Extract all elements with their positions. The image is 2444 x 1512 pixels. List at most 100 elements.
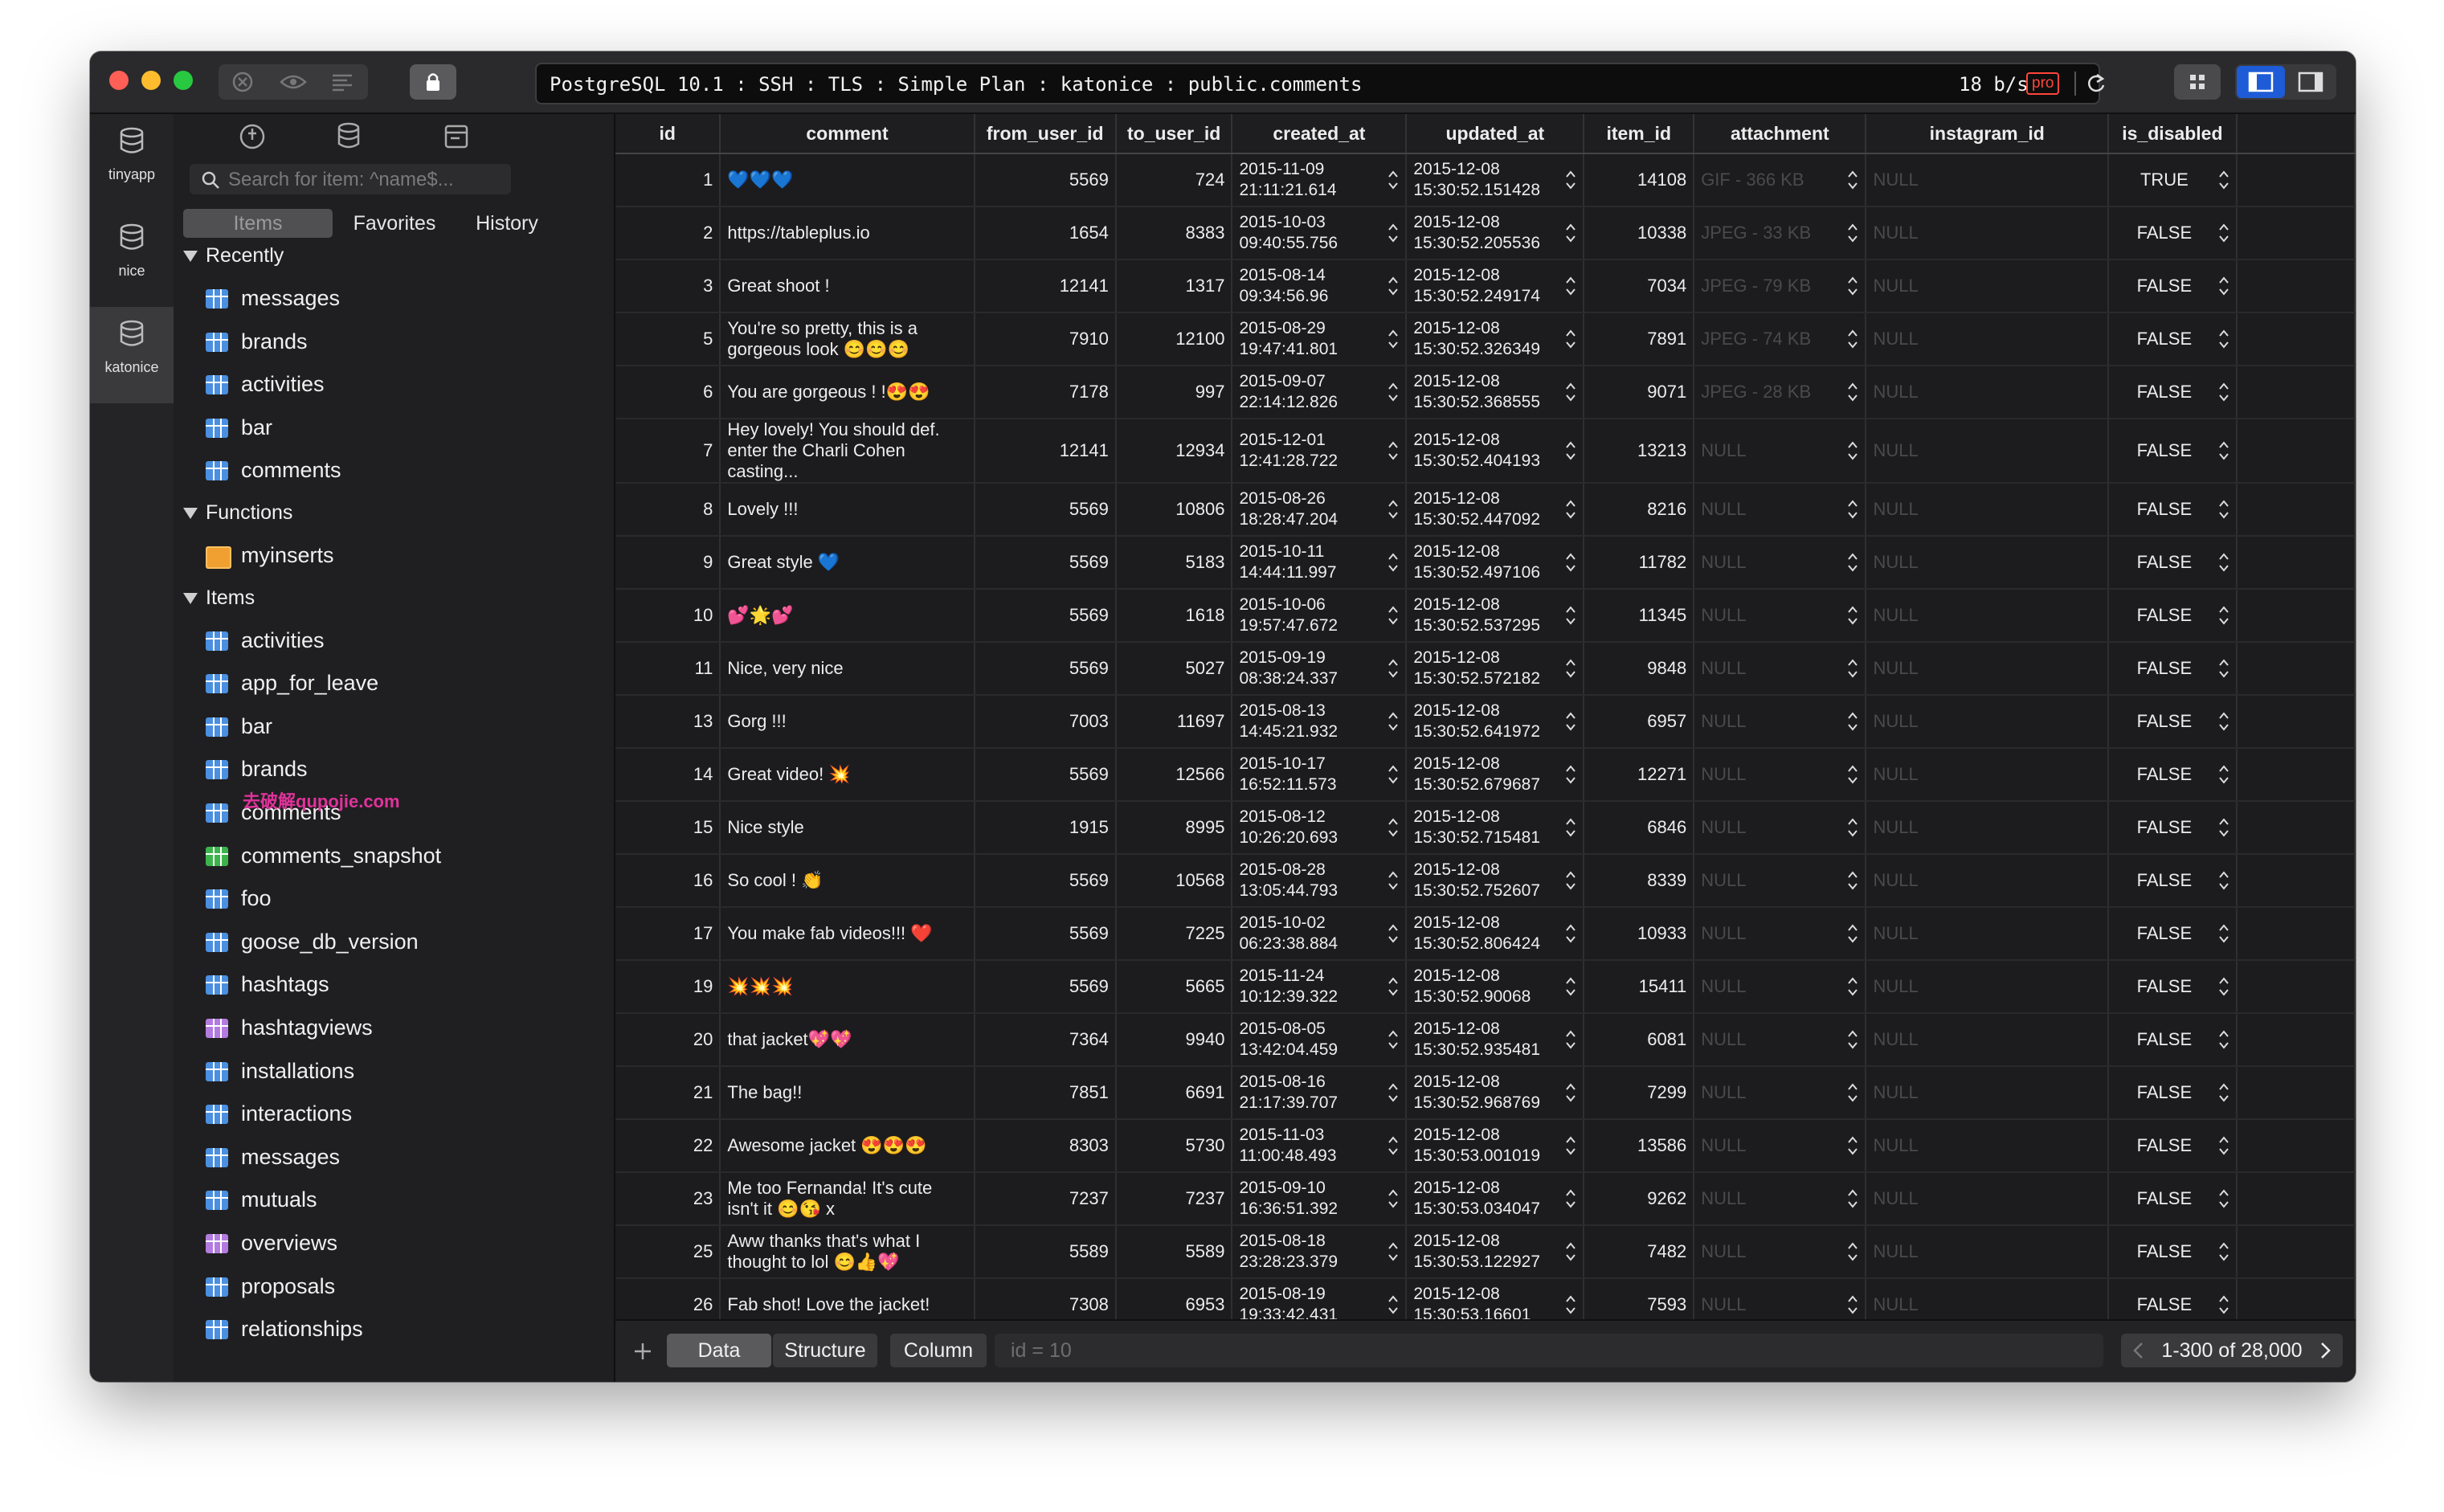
column-header-instagram-id[interactable]: instagram_id — [1866, 114, 2110, 154]
stepper-icon[interactable] — [2218, 710, 2229, 733]
cell-updated-at[interactable]: 2015-12-08 15:30:52.641972 — [1406, 695, 1585, 749]
cell-to-user-id[interactable]: 5665 — [1115, 960, 1233, 1014]
table-row[interactable]: 2 https://tableplus.io 1654 8383 2015-10-03 … — [615, 206, 2356, 260]
cell-instagram-id[interactable]: NULL — [1866, 536, 2110, 590]
cell-comment[interactable]: You are gorgeous ! !😍😍 — [720, 366, 975, 419]
cell-is-disabled[interactable]: FALSE — [2108, 1066, 2238, 1120]
connection-nice[interactable]: nice — [90, 210, 174, 307]
query-tab-icon[interactable] — [443, 124, 469, 149]
column-button[interactable]: Column — [890, 1334, 987, 1367]
stepper-icon[interactable] — [1847, 869, 1858, 892]
cell-created-at[interactable]: 2015-08-26 18:28:47.204 — [1232, 483, 1408, 537]
cell-is-disabled[interactable]: FALSE — [2108, 589, 2238, 643]
stepper-icon[interactable] — [1388, 869, 1399, 892]
table-row[interactable]: 7 Hey lovely! You should def. enter the C… — [615, 419, 2356, 484]
cell-item-id[interactable]: 7034 — [1584, 259, 1695, 313]
cell-updated-at[interactable]: 2015-12-08 15:30:52.497106 — [1406, 536, 1585, 590]
tree-group-recently[interactable]: Recently — [183, 244, 284, 268]
stepper-icon[interactable] — [2218, 869, 2229, 892]
cell-to-user-id[interactable]: 8383 — [1115, 206, 1233, 260]
cell-item-id[interactable]: 7299 — [1584, 1066, 1695, 1120]
table-row[interactable]: 8 Lovely !!! 5569 10806 2015-08-26 18:28:47.… — [615, 483, 2356, 537]
cell-created-at[interactable]: 2015-11-09 21:11:21.614 — [1232, 153, 1408, 207]
connection-katonice[interactable]: katonice — [90, 307, 174, 403]
cell-comment[interactable]: that jacket💖💖 — [720, 1013, 975, 1067]
stepper-icon[interactable] — [1565, 975, 1576, 998]
cell-from-user-id[interactable]: 5569 — [974, 907, 1117, 961]
stepper-icon[interactable] — [1388, 604, 1399, 627]
cell-updated-at[interactable]: 2015-12-08 15:30:52.368555 — [1406, 366, 1585, 419]
table-row[interactable]: 17 You make fab videos!!! ❤️ 5569 7225 2015-… — [615, 907, 2356, 961]
cell-item-id[interactable]: 13586 — [1584, 1119, 1695, 1173]
cell-created-at[interactable]: 2015-09-10 16:36:51.392 — [1232, 1172, 1408, 1226]
stepper-icon[interactable] — [2218, 1187, 2229, 1210]
stepper-icon[interactable] — [1388, 498, 1399, 521]
cell-is-disabled[interactable]: FALSE — [2108, 854, 2238, 908]
cell-is-disabled[interactable]: FALSE — [2108, 1172, 2238, 1226]
table-row[interactable]: 25 Aww thanks that's what I thought to lo… — [615, 1225, 2356, 1279]
stepper-icon[interactable] — [2218, 975, 2229, 998]
sidebar-item-myinserts[interactable]: myinserts — [206, 543, 334, 569]
cell-created-at[interactable]: 2015-12-01 12:41:28.722 — [1232, 419, 1408, 484]
cell-is-disabled[interactable]: FALSE — [2108, 419, 2238, 484]
cell-comment[interactable]: Great shoot ! — [720, 259, 975, 313]
cell-from-user-id[interactable]: 5569 — [974, 854, 1117, 908]
cell-item-id[interactable]: 13213 — [1584, 419, 1695, 484]
cell-attachment[interactable]: NULL — [1694, 801, 1867, 855]
stepper-icon[interactable] — [1565, 1028, 1576, 1051]
cell-item-id[interactable]: 7482 — [1584, 1225, 1695, 1279]
stepper-icon[interactable] — [1565, 222, 1576, 244]
cell-to-user-id[interactable]: 10568 — [1115, 854, 1233, 908]
tab-history[interactable]: History — [455, 209, 559, 238]
sidebar-item-activities[interactable]: activities — [206, 372, 325, 397]
cell-attachment[interactable]: NULL — [1694, 1119, 1867, 1173]
cell-from-user-id[interactable]: 7851 — [974, 1066, 1117, 1120]
cell-attachment[interactable]: NULL — [1694, 960, 1867, 1014]
stepper-icon[interactable] — [1388, 222, 1399, 244]
cell-instagram-id[interactable]: NULL — [1866, 801, 2110, 855]
cell-to-user-id[interactable]: 11697 — [1115, 695, 1233, 749]
stepper-icon[interactable] — [2218, 328, 2229, 350]
cell-updated-at[interactable]: 2015-12-08 15:30:52.752607 — [1406, 854, 1585, 908]
cell-id[interactable]: 26 — [615, 1278, 721, 1319]
cell-is-disabled[interactable]: TRUE — [2108, 153, 2238, 207]
cell-created-at[interactable]: 2015-10-17 16:52:11.573 — [1232, 748, 1408, 802]
cell-comment[interactable]: Fab shot! Love the jacket! — [720, 1278, 975, 1319]
cell-updated-at[interactable]: 2015-12-08 15:30:52.326349 — [1406, 313, 1585, 366]
cell-created-at[interactable]: 2015-08-05 13:42:04.459 — [1232, 1013, 1408, 1067]
cell-instagram-id[interactable]: NULL — [1866, 642, 2110, 696]
cell-created-at[interactable]: 2015-08-16 21:17:39.707 — [1232, 1066, 1408, 1120]
tab-structure[interactable]: Structure — [773, 1334, 877, 1367]
stepper-icon[interactable] — [1847, 710, 1858, 733]
cell-id[interactable]: 19 — [615, 960, 721, 1014]
sidebar-item-comments[interactable]: comments — [206, 458, 341, 483]
table-row[interactable]: 14 Great video! 💥 5569 12566 2015-10-17 16:5… — [615, 748, 2356, 802]
cell-comment[interactable]: The bag!! — [720, 1066, 975, 1120]
cell-attachment[interactable]: NULL — [1694, 1013, 1867, 1067]
stepper-icon[interactable] — [2218, 763, 2229, 786]
stepper-icon[interactable] — [2218, 922, 2229, 945]
cell-id[interactable]: 25 — [615, 1225, 721, 1279]
stepper-icon[interactable] — [1388, 275, 1399, 297]
cell-attachment[interactable]: JPEG - 33 KB — [1694, 206, 1867, 260]
cell-attachment[interactable]: NULL — [1694, 419, 1867, 484]
tab-favorites[interactable]: Favorites — [342, 209, 447, 238]
cell-to-user-id[interactable]: 5027 — [1115, 642, 1233, 696]
cell-comment[interactable]: So cool ! 👏 — [720, 854, 975, 908]
cell-attachment[interactable]: NULL — [1694, 1225, 1867, 1279]
cell-comment[interactable]: You're so pretty, this is a gorgeous loo… — [720, 313, 975, 366]
cell-instagram-id[interactable]: NULL — [1866, 854, 2110, 908]
stepper-icon[interactable] — [1565, 604, 1576, 627]
stepper-icon[interactable] — [1388, 328, 1399, 350]
connection-tinyapp[interactable]: tinyapp — [90, 114, 174, 210]
cell-from-user-id[interactable]: 5569 — [974, 960, 1117, 1014]
column-header-id[interactable]: id — [615, 114, 721, 154]
cell-created-at[interactable]: 2015-11-24 10:12:39.322 — [1232, 960, 1408, 1014]
cell-created-at[interactable]: 2015-08-13 14:45:21.932 — [1232, 695, 1408, 749]
minimize-window-button[interactable] — [141, 71, 161, 90]
cell-instagram-id[interactable]: NULL — [1866, 313, 2110, 366]
cell-is-disabled[interactable]: FALSE — [2108, 1013, 2238, 1067]
cell-updated-at[interactable]: 2015-12-08 15:30:53.16601 — [1406, 1278, 1585, 1319]
cell-comment[interactable]: Great video! 💥 — [720, 748, 975, 802]
cell-id[interactable]: 1 — [615, 153, 721, 207]
